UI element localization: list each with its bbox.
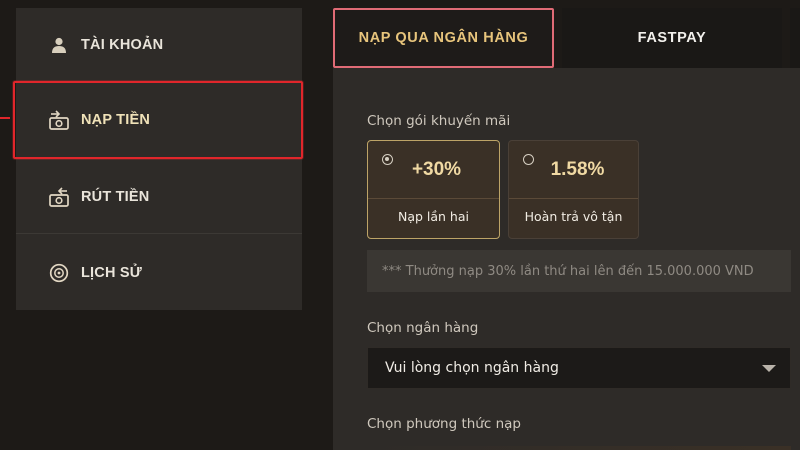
sidebar-item-label: LỊCH SỬ <box>81 264 142 281</box>
tab-strip-edge <box>790 8 800 68</box>
account-sidebar: TÀI KHOẢN NẠP TIỀN RÚT TIỀN LỊCH SỬ <box>13 8 303 310</box>
tab-bank-transfer[interactable]: NẠP QUA NGÂN HÀNG <box>333 8 554 68</box>
tab-fastpay[interactable]: FASTPAY <box>562 8 782 68</box>
sidebar-item-label: NẠP TIỀN <box>81 112 151 128</box>
method-options-edge <box>367 446 791 450</box>
promo-caption: Hoàn trả vô tận <box>524 209 623 224</box>
sidebar-item-account[interactable]: TÀI KHOẢN <box>16 8 302 82</box>
promo-note: *** Thưởng nạp 30% lần thứ hai lên đến 1… <box>367 250 791 292</box>
sidebar-item-label: RÚT TIỀN <box>81 188 150 205</box>
promo-option-second-deposit[interactable]: +30% Nạp lần hai <box>367 140 500 239</box>
highlight-arrow <box>0 117 10 119</box>
bank-section-label: Chọn ngân hàng <box>367 320 479 336</box>
divider <box>509 198 638 199</box>
bank-select-value: Vui lòng chọn ngân hàng <box>385 360 559 376</box>
chevron-down-icon <box>762 365 776 372</box>
promo-value: +30% <box>411 159 462 180</box>
withdraw-cash-icon <box>48 186 70 208</box>
bank-select[interactable]: Vui lòng chọn ngân hàng <box>367 347 791 389</box>
promo-caption: Nạp lần hai <box>397 209 469 224</box>
sidebar-item-label: TÀI KHOẢN <box>81 37 164 53</box>
method-section-label: Chọn phương thức nạp <box>367 416 521 432</box>
promo-value: 1.58% <box>550 159 605 180</box>
promo-option-rebate[interactable]: 1.58% Hoàn trả vô tận <box>508 140 639 239</box>
sidebar-item-withdraw[interactable]: RÚT TIỀN <box>16 160 302 234</box>
user-icon <box>48 34 70 56</box>
promo-section-label: Chọn gói khuyến mãi <box>367 113 511 129</box>
divider <box>368 198 499 199</box>
sidebar-item-history[interactable]: LỊCH SỬ <box>16 235 302 310</box>
sidebar-item-deposit[interactable]: NẠP TIỀN <box>13 81 303 159</box>
history-coin-icon <box>48 262 70 284</box>
deposit-cash-icon <box>48 109 70 131</box>
